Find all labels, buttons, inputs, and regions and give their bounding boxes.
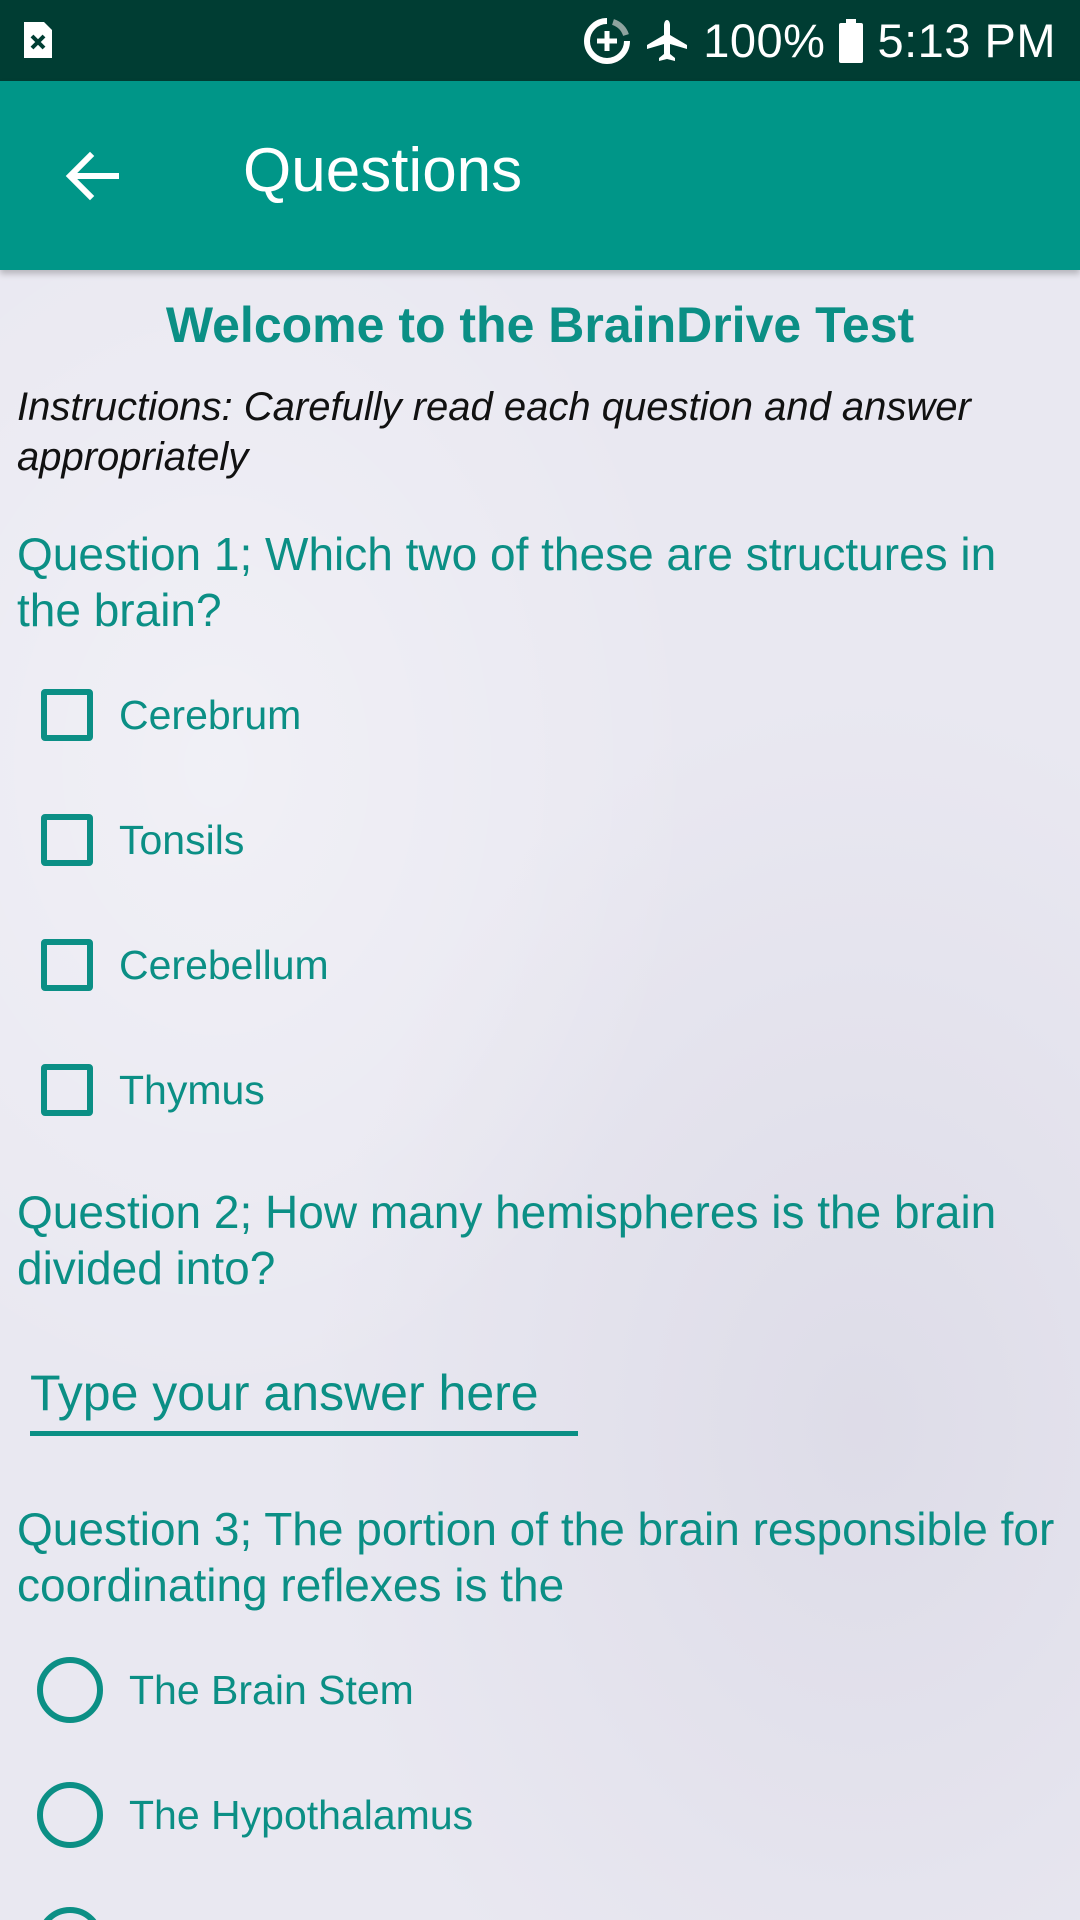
- option-label: The Brain Stem: [129, 1666, 414, 1713]
- test-heading: Welcome to the BrainDrive Test: [165, 297, 915, 353]
- battery-icon: [839, 18, 864, 63]
- data-saver-icon: [584, 17, 631, 64]
- checkbox[interactable]: [41, 939, 93, 991]
- option-label: The Hypothalamus: [129, 1791, 474, 1838]
- arrow-back-icon: [65, 151, 119, 201]
- file-x-icon: [24, 22, 52, 58]
- question-1-text: Question 1; Which two of these are struc…: [17, 528, 997, 636]
- checkbox-option-cerebrum[interactable]: Cerebrum: [35, 675, 301, 755]
- checkbox[interactable]: [41, 814, 93, 866]
- clock: 5:13 PM: [877, 14, 1056, 67]
- questions-scroll-area[interactable]: Welcome to the BrainDrive Test Instructi…: [0, 270, 1080, 1920]
- checkbox-option-cerebellum[interactable]: Cerebellum: [35, 925, 329, 1005]
- page-title: Questions: [243, 136, 523, 205]
- back-button[interactable]: [52, 136, 132, 216]
- option-label: Cerebellum: [119, 941, 329, 988]
- option-label: Tonsils: [119, 816, 245, 863]
- checkbox-option-thymus[interactable]: Thymus: [35, 1050, 265, 1130]
- checkbox-option-tonsils[interactable]: Tonsils: [35, 800, 244, 880]
- status-bar: 100% 5:13 PM: [0, 0, 1080, 81]
- radio-button[interactable]: [37, 1782, 103, 1848]
- radio-option-partial[interactable]: [35, 1900, 103, 1920]
- checkbox[interactable]: [41, 689, 93, 741]
- radio-option-hypothalamus[interactable]: The Hypothalamus: [35, 1775, 473, 1855]
- airplane-mode-icon: [647, 19, 688, 61]
- answer-input[interactable]: [30, 1355, 578, 1436]
- battery-percentage: 100%: [703, 14, 826, 67]
- checkbox[interactable]: [41, 1064, 93, 1116]
- app-bar: Questions: [0, 81, 1080, 270]
- radio-option-brain-stem[interactable]: The Brain Stem: [35, 1650, 414, 1730]
- question-3-text: Question 3; The portion of the brain res…: [17, 1503, 1055, 1611]
- status-right-group: 100% 5:13 PM: [583, 0, 1056, 81]
- instructions-text: Instructions: Carefully read each questi…: [17, 385, 971, 479]
- option-label: Thymus: [119, 1066, 265, 1113]
- option-label: Cerebrum: [119, 691, 302, 738]
- radio-button[interactable]: [37, 1657, 103, 1723]
- radio-button[interactable]: [37, 1907, 103, 1920]
- question-2-text: Question 2; How many hemispheres is the …: [17, 1186, 997, 1294]
